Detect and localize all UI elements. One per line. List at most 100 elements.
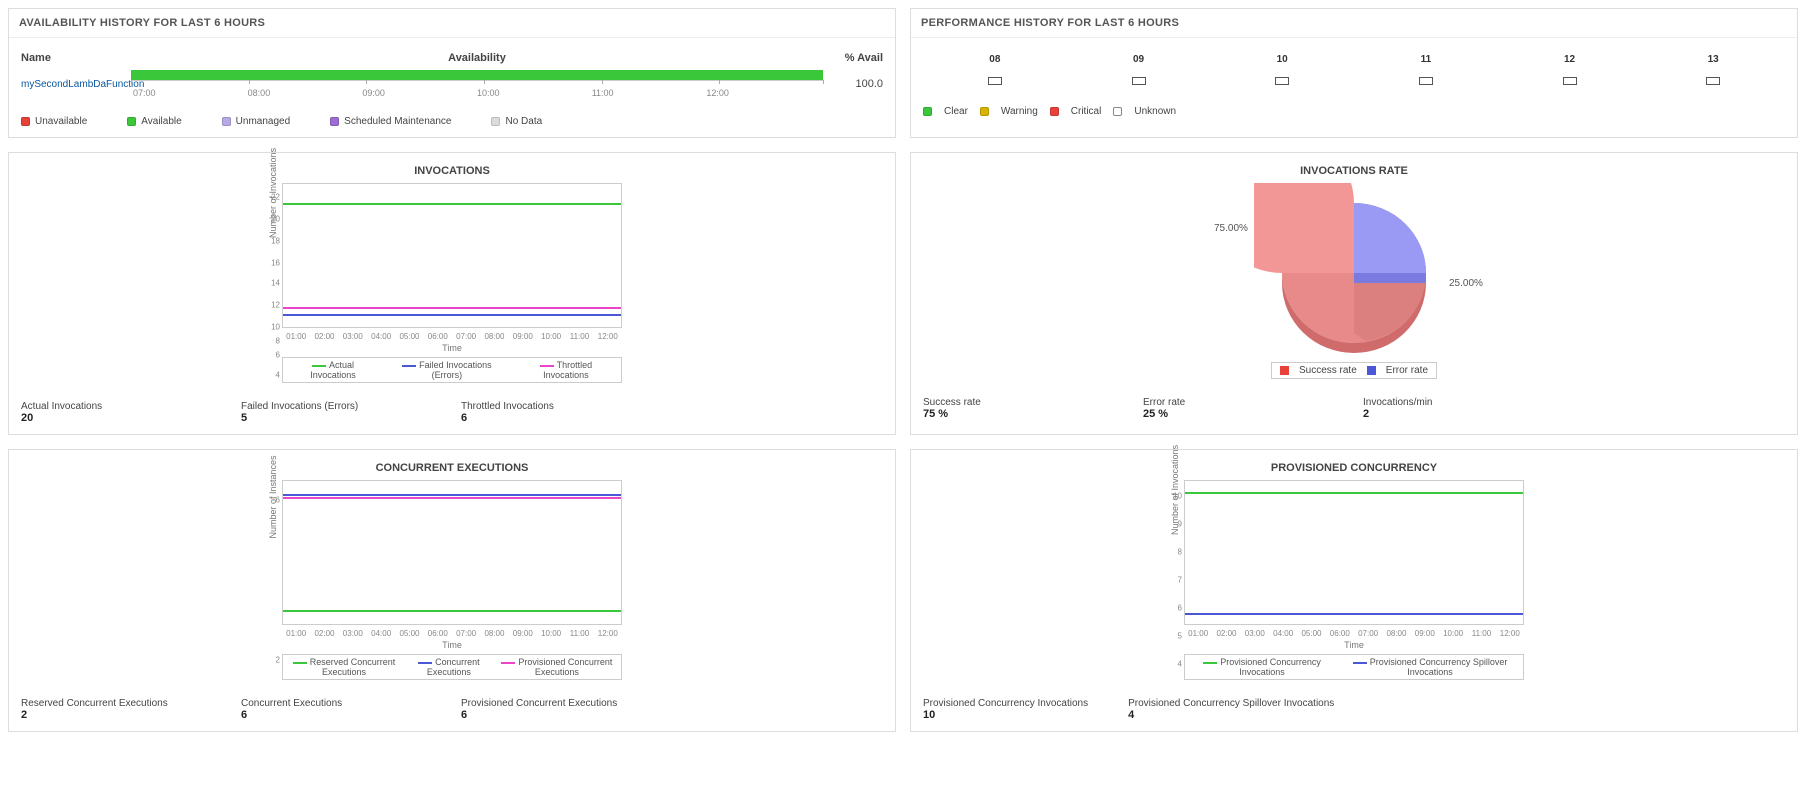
series-throttled [283,307,621,309]
performance-history-card: PERFORMANCE HISTORY FOR LAST 6 HOURS 08 … [910,8,1798,138]
legend-label: Unmanaged [236,116,290,127]
status-box-icon[interactable] [1419,77,1433,85]
invocations-chart[interactable]: Number of Invocations 22201816141210864 … [282,183,622,383]
chart-title: CONCURRENT EXECUTIONS [21,462,883,474]
availability-history-card: AVAILABILITY HISTORY FOR LAST 6 HOURS Na… [8,8,896,138]
legend-label: Error rate [1386,365,1428,376]
legend-label: Failed Invocations (Errors) [419,360,492,380]
legend-label: Actual Invocations [310,360,356,380]
col-name: Name [21,52,131,64]
axis-tick: 07:00 [133,88,248,98]
stats-row: Provisioned Concurrency Invocations10 Pr… [923,698,1785,721]
stat-label: Success rate [923,397,981,408]
hour-label: 13 [1641,54,1785,65]
chart-legend: Actual Invocations Failed Invocations (E… [282,357,622,383]
x-ticks: 01:0002:0003:0004:0005:0006:0007:0008:00… [282,629,622,638]
pie-legend: Success rate Error rate [1271,362,1437,379]
stat-label: Error rate [1143,397,1185,408]
legend-label: Provisioned Concurrency Spillover Invoca… [1370,657,1508,677]
hour-label: 09 [1067,54,1211,65]
stat-label: Concurrent Executions [241,698,342,709]
legend-label: Warning [1001,106,1038,117]
availability-table-header: Name Availability % Avail [21,46,883,70]
provisioned-chart[interactable]: Number of Invocations 10987654 01:0002:0… [1184,480,1524,680]
stat-value: 20 [21,412,201,424]
legend-label: Concurrent Executions [427,657,480,677]
y-ticks: 62 [264,480,280,680]
square-icon [21,117,30,126]
legend-label: Provisioned Concurrent Executions [518,657,612,677]
stat-label: Throttled Invocations [461,401,554,412]
provisioned-concurrency-card: PROVISIONED CONCURRENCY Number of Invoca… [910,449,1798,732]
availability-axis: 07:00 08:00 09:00 10:00 11:00 12:00 [131,88,823,98]
x-axis-label: Time [282,640,622,650]
stat-value: 5 [241,412,421,424]
series-actual [283,203,621,205]
legend-label: Throttled Invocations [543,360,592,380]
legend-label: Success rate [1299,365,1357,376]
legend-label: Provisioned Concurrency Invocations [1220,657,1321,677]
availability-row: mySecondLambDaFunction 07:00 08:00 09:00… [21,70,883,98]
hour-label: 10 [1210,54,1354,65]
col-availability: Availability [131,52,823,64]
chart-legend: Reserved Concurrent Executions Concurren… [282,654,622,680]
stat-label: Failed Invocations (Errors) [241,401,358,412]
status-box-icon[interactable] [988,77,1002,85]
stat-label: Provisioned Concurrency Spillover Invoca… [1128,698,1334,709]
concurrent-executions-card: CONCURRENT EXECUTIONS Number of Instance… [8,449,896,732]
legend-label: Unavailable [35,116,87,127]
axis-tick: 12:00 [706,88,821,98]
pie-icon [1254,183,1454,353]
stat-value: 4 [1128,709,1334,721]
stat-label: Invocations/min [1363,397,1432,408]
stat-label: Reserved Concurrent Executions [21,698,168,709]
legend-label: Scheduled Maintenance [344,116,451,127]
series-concurrent [283,494,621,496]
x-ticks: 01:0002:0003:0004:0005:0006:0007:0008:00… [1184,629,1524,638]
invocations-rate-card: INVOCATIONS RATE 75.00% 25.00% [910,152,1798,435]
axis-tick: 11:00 [592,88,707,98]
hour-label: 11 [1354,54,1498,65]
axis-tick: 08:00 [248,88,363,98]
status-box-icon[interactable] [1275,77,1289,85]
card-title: AVAILABILITY HISTORY FOR LAST 6 HOURS [9,9,895,38]
card-title: PERFORMANCE HISTORY FOR LAST 6 HOURS [911,9,1797,38]
stat-value: 6 [461,412,641,424]
stats-row: Actual Invocations20 Failed Invocations … [21,401,883,424]
axis-tick: 10:00 [477,88,592,98]
stat-value: 6 [461,709,641,721]
stat-label: Provisioned Concurrent Executions [461,698,617,709]
concurrent-chart[interactable]: Number of Instances 62 01:0002:0003:0004… [282,480,622,680]
col-pct: % Avail [823,52,883,64]
x-ticks: 01:0002:0003:0004:0005:0006:0007:0008:00… [282,332,622,341]
availability-bar [131,70,823,80]
pct-value: 100.0 [823,78,883,90]
chart-title: PROVISIONED CONCURRENCY [923,462,1785,474]
status-box-icon[interactable] [1132,77,1146,85]
axis-ticks [131,80,823,85]
legend-label: No Data [505,116,542,127]
series-prov-spill [1185,613,1523,615]
performance-row [923,77,1785,88]
square-icon [1050,107,1059,116]
y-ticks: 22201816141210864 [264,183,280,383]
performance-legend: Clear Warning Critical Unknown [923,106,1785,117]
stat-value: 25 % [1143,408,1323,420]
status-box-icon[interactable] [1563,77,1577,85]
square-icon [491,117,500,126]
resource-link[interactable]: mySecondLambDaFunction [21,79,144,90]
series-prov-inv [1185,492,1523,494]
invocations-rate-chart[interactable]: 75.00% 25.00% Success rate [923,183,1785,379]
status-box-icon[interactable] [1706,77,1720,85]
square-icon [222,117,231,126]
square-icon [330,117,339,126]
x-axis-label: Time [1184,640,1524,650]
legend-label: Available [141,116,181,127]
series-provisioned [283,497,621,499]
stats-row: Reserved Concurrent Executions2 Concurre… [21,698,883,721]
plot-area [1184,480,1524,625]
plot-area [282,480,622,625]
stat-value: 6 [241,709,421,721]
stats-row: Success rate75 % Error rate25 % Invocati… [923,397,1785,420]
stat-value: 2 [1363,408,1543,420]
